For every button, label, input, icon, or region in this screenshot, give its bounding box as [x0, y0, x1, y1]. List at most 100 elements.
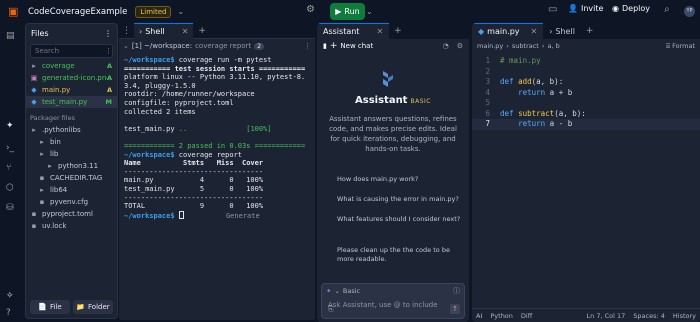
files-search-input[interactable] [35, 47, 105, 55]
chevron-down-icon[interactable]: ⌄ [177, 7, 184, 16]
help-icon[interactable]: ? [6, 308, 11, 318]
terminal-output[interactable]: ~/workspace$ coverage run -m pytest =====… [119, 53, 315, 320]
terminal-line: configfile: pyproject.toml [124, 99, 310, 108]
packages-icon[interactable]: ⬡ [6, 183, 14, 193]
git-icon[interactable]: ⑂ [6, 163, 11, 173]
tab-list-icon[interactable]: ⋮ [119, 26, 134, 36]
attach-icon[interactable]: ⎘ [328, 305, 334, 314]
tab-shell[interactable]: › Shell ✕ [134, 23, 194, 39]
file-name: .pythonlibs [42, 126, 81, 134]
shell-icon[interactable]: ›_ [6, 143, 14, 153]
settings-icon[interactable]: ⚙ [306, 4, 315, 15]
files-icon[interactable]: ▤ [6, 31, 15, 41]
breadcrumb-item[interactable]: main.py [477, 42, 503, 50]
sparkle-icon[interactable]: ✧ [6, 291, 14, 301]
new-chat-button[interactable]: New chat [340, 42, 373, 50]
file-name: test_main.py [42, 98, 88, 106]
more-options-icon[interactable]: ⋮ [105, 47, 112, 55]
tab-assistant[interactable]: Assistant ✕ [317, 23, 390, 39]
project-title[interactable]: CodeCoverageExample [28, 7, 127, 17]
code-editor[interactable]: 1 # main.py 2 3 def add(a, b): 4 return a + b… [472, 56, 700, 130]
sidebar-toggle-icon[interactable]: ▮ [323, 42, 327, 50]
file-icon: ▪ [31, 222, 37, 230]
packager-item[interactable]: ▪ pyproject.toml [26, 208, 117, 220]
packager-item[interactable]: ▪ uv.lock [26, 220, 117, 232]
cursor-position[interactable]: Ln 7, Col 17 [587, 312, 626, 320]
packager-item[interactable]: ▸ bin [26, 136, 117, 148]
deploy-button[interactable]: ◉ Deploy [612, 4, 650, 13]
file-name: pyproject.toml [42, 210, 93, 218]
run-button[interactable]: ▶ Run [330, 3, 365, 20]
replit-logo-icon[interactable]: ▣ [8, 5, 20, 18]
files-title: Files [31, 28, 49, 38]
close-icon[interactable]: ✕ [182, 27, 189, 36]
new-file-button[interactable]: 📄 File [30, 300, 70, 314]
packager-item[interactable]: ▪ CACHEDIR.TAG [26, 172, 117, 184]
invite-button[interactable]: 👤 Invite [568, 4, 603, 13]
tab-main-py[interactable]: ◆ main.py ✕ [472, 23, 544, 39]
info-icon[interactable]: ⓘ [453, 286, 460, 296]
limited-badge[interactable]: Limited [135, 5, 172, 18]
code-line[interactable]: 3 def add(a, b): [472, 77, 700, 88]
line-number: 1 [485, 56, 490, 65]
file-item[interactable]: ▣ generated-icon.png A [26, 72, 117, 84]
avatar[interactable]: YP [684, 6, 695, 17]
more-options-icon[interactable]: ⋮ [104, 29, 112, 38]
terminal-text: .. [174, 124, 188, 133]
chevron-down-icon[interactable]: ⌄ [123, 42, 129, 50]
mode-selector[interactable]: ✦ ⌄ Basic [326, 287, 360, 295]
suggestion-item[interactable]: What is causing the error in main.py? [337, 195, 463, 204]
run-options-chevron-icon[interactable]: ⌄ [366, 3, 373, 20]
code-line[interactable]: 2 [472, 67, 700, 78]
assistant-input-box[interactable]: ✦ ⌄ Basic ⓘ Ask Assistant, use @ to incl… [321, 283, 465, 319]
add-tab-icon[interactable]: + [193, 26, 211, 36]
assistant-icon[interactable]: ✦ [6, 121, 14, 131]
packager-item[interactable]: ▪ pyvenv.cfg [26, 196, 117, 208]
shell-last-command: coverage report [195, 42, 252, 50]
tab-shell[interactable]: › Shell [543, 23, 581, 39]
search-icon[interactable]: ⌕ [664, 4, 670, 15]
file-item[interactable]: ◆ test_main.py M [26, 96, 117, 108]
files-search[interactable]: ⋮ [30, 44, 113, 58]
code-token: a + b [545, 87, 573, 97]
add-tab-icon[interactable]: + [581, 26, 599, 36]
file-name: pyvenv.cfg [50, 198, 89, 206]
language-status[interactable]: Python [490, 312, 513, 320]
packager-item[interactable]: ▸ .pythonlibs [26, 124, 117, 136]
new-folder-button[interactable]: 📁 Folder [73, 300, 113, 314]
assistant-input[interactable]: Ask Assistant, use @ to include [328, 301, 438, 309]
suggestion-item[interactable]: How does main.py work? [337, 175, 463, 184]
breadcrumb-item[interactable]: subtract [512, 42, 539, 50]
close-icon[interactable]: ✕ [376, 27, 383, 36]
packager-item[interactable]: ▸ python3.11 [26, 160, 117, 172]
code-line[interactable]: 1 # main.py [472, 56, 700, 67]
breadcrumb-item[interactable]: a, b [547, 42, 559, 50]
file-item[interactable]: ▸ coverage A [26, 60, 117, 72]
assistant-title: Assistant BASIC [317, 95, 469, 106]
indent-setting[interactable]: Spaces: 4 [633, 312, 665, 320]
send-button[interactable]: ↑ [450, 304, 460, 314]
code-line[interactable]: 5 [472, 98, 700, 109]
history-button[interactable]: History [673, 312, 696, 320]
suggestion-item[interactable]: Please clean up the the code to be more … [337, 246, 463, 264]
format-button[interactable]: ⌸ Format [666, 42, 695, 51]
code-line[interactable]: 7 return a - b [472, 119, 700, 130]
left-rail: ▤ ✦ ›_ ⑂ ⬡ ⛁ ✧ ? [0, 23, 24, 322]
packager-item[interactable]: ▸ lib [26, 148, 117, 160]
file-item[interactable]: ◆ main.py A [26, 84, 117, 96]
ai-status[interactable]: AI [476, 312, 482, 320]
close-icon[interactable]: ✕ [531, 27, 538, 36]
database-icon[interactable]: ⛁ [6, 203, 14, 213]
settings-icon[interactable]: ⚙ [457, 42, 463, 50]
history-icon[interactable]: ◔ [443, 42, 449, 50]
packager-item[interactable]: ▸ lib64 [26, 184, 117, 196]
suggestion-item[interactable]: What features should I consider next? [337, 215, 463, 224]
layout-icon[interactable]: ▭ [548, 4, 557, 15]
add-tab-icon[interactable]: + [389, 26, 407, 36]
code-line[interactable]: 6 def subtract(a, b): [472, 109, 700, 120]
file-name: lib64 [50, 186, 68, 194]
more-options-icon[interactable]: ⋮ [304, 42, 311, 50]
code-line[interactable]: 4 return a + b [472, 88, 700, 99]
diff-status[interactable]: Diff [521, 312, 532, 320]
terminal-line: 3.4, pluggy-1.5.0 [124, 82, 310, 91]
